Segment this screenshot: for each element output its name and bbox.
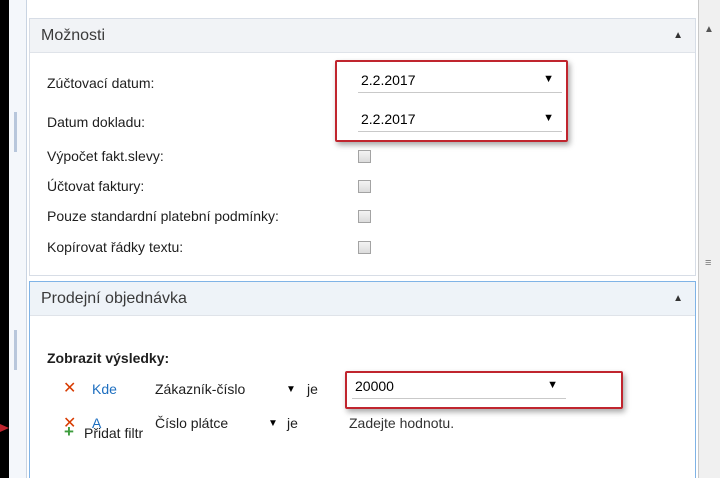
add-filter-link[interactable]: Přidat filtr [84,425,143,441]
add-icon[interactable]: + [64,422,74,442]
chevron-down-icon[interactable]: ▼ [268,418,278,429]
datum-dokladu-label: Datum dokladu: [47,114,146,130]
kopirovat-label: Kopírovat řádky textu: [47,239,184,255]
chevron-down-icon[interactable]: ▼ [286,384,296,395]
vypocet-checkbox[interactable] [358,150,371,163]
remove-filter-icon[interactable]: ✕ [63,378,76,398]
grip-icon[interactable]: ≡ [705,257,711,269]
filter-field-2[interactable]: Číslo plátce [155,415,228,431]
prodejni-header[interactable]: Prodejní objednávka ▲ [30,282,695,316]
scroll-up-icon[interactable]: ▲ [704,24,714,35]
pouze-checkbox[interactable] [358,210,371,223]
kopirovat-checkbox[interactable] [358,241,371,254]
vypocet-label: Výpočet fakt.slevy: [47,148,164,164]
prodejni-title: Prodejní objednávka [41,290,187,307]
filter-value-2[interactable]: Zadejte hodnotu. [349,415,454,431]
pouze-label: Pouze standardní platební podmínky: [47,208,279,224]
uctovat-label: Účtovat faktury: [47,178,145,194]
highlight-filter [345,371,623,409]
moznosti-title: Možnosti [41,27,106,44]
filter-op-2: je [287,415,298,431]
zuctovaci-datum-label: Zúčtovací datum: [47,75,155,91]
left-gutter [9,0,27,478]
red-arrow-icon [0,424,9,432]
results-label: Zobrazit výsledky: [47,350,170,366]
highlight-dates [335,60,568,142]
moznosti-header[interactable]: Možnosti ▲ [30,19,695,53]
moznosti-panel: Možnosti ▲ [29,18,696,276]
filter-field-1[interactable]: Zákazník-číslo [155,381,245,397]
scrollbar[interactable]: ▲ ≡ [698,0,720,478]
uctovat-checkbox[interactable] [358,180,371,193]
filter-conj-kde[interactable]: Kde [92,381,117,397]
collapse-icon[interactable]: ▲ [673,293,683,304]
collapse-icon[interactable]: ▲ [673,30,683,41]
filter-op-1: je [307,381,318,397]
